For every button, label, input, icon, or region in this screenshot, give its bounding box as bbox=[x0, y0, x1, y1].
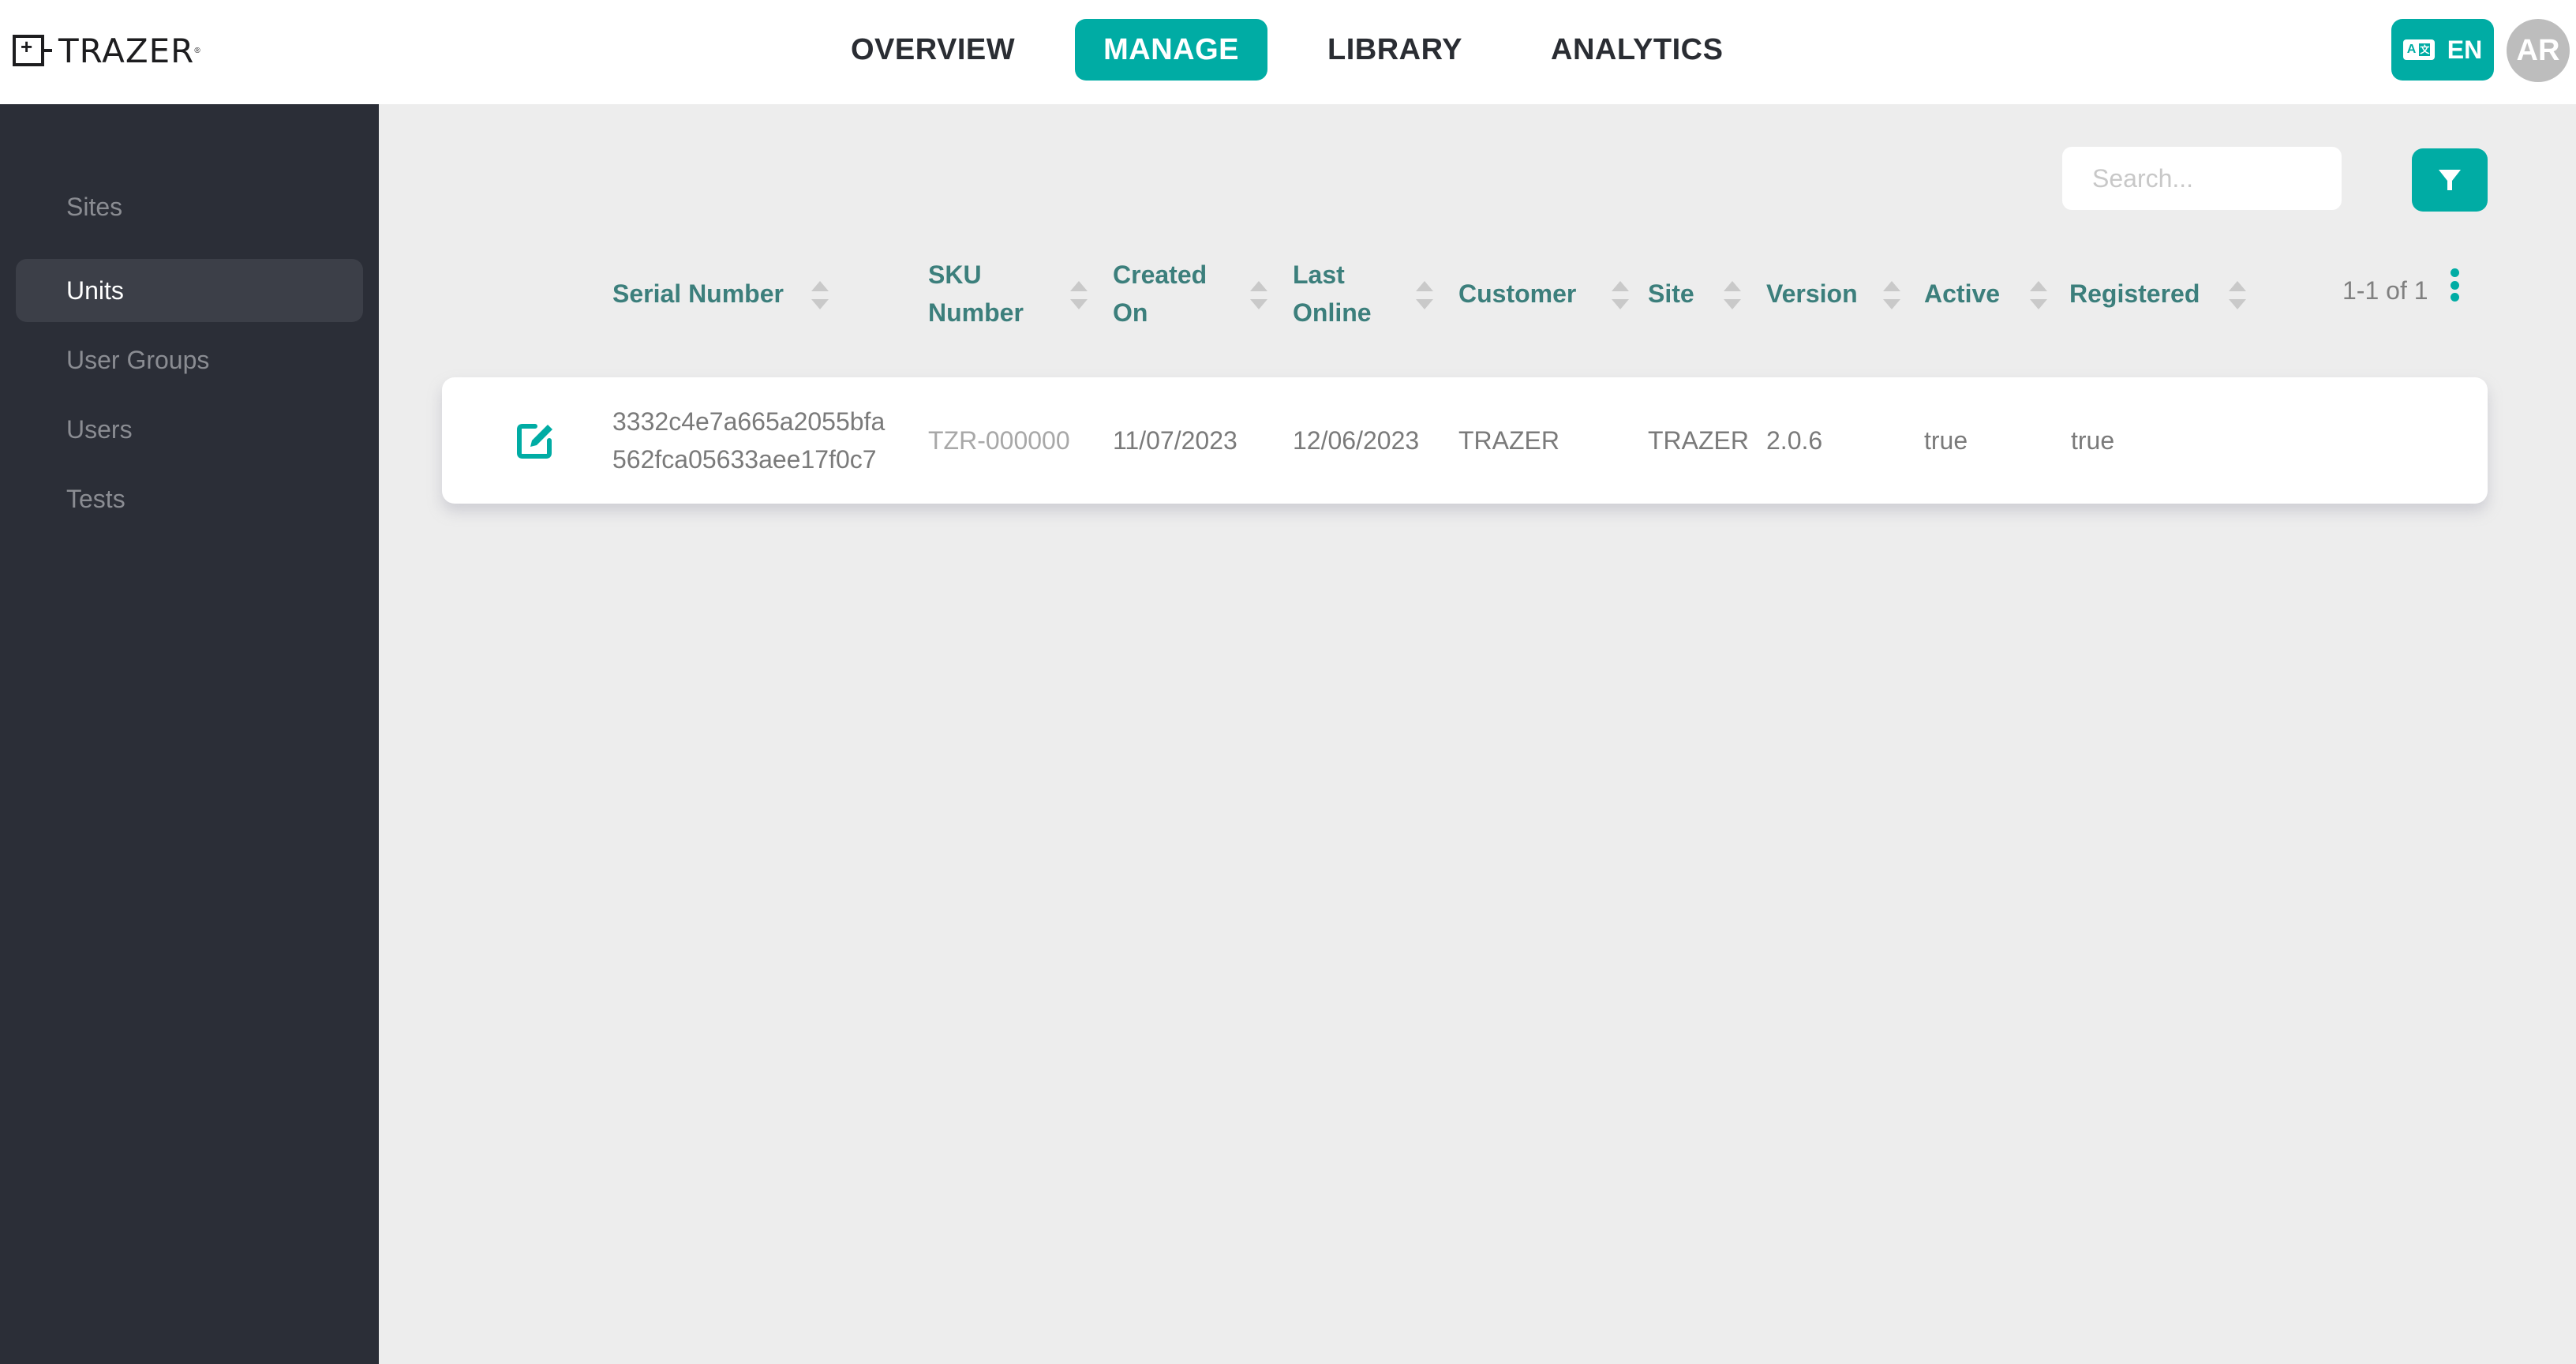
column-header-label: On bbox=[1113, 298, 1148, 327]
column-header-label: Site bbox=[1648, 279, 1694, 308]
nav-tab-library[interactable]: LIBRARY bbox=[1299, 19, 1491, 81]
filter-icon bbox=[2439, 170, 2461, 190]
column-header-serial-number[interactable]: Serial Number bbox=[612, 275, 784, 313]
sidebar-item-units[interactable]: Units bbox=[16, 259, 363, 322]
column-header-label: Number bbox=[928, 298, 1024, 327]
sort-icon[interactable] bbox=[2229, 281, 2246, 309]
column-header-label: Customer bbox=[1458, 279, 1577, 308]
logo-mark-icon bbox=[13, 35, 52, 66]
cell-site: TRAZER bbox=[1648, 426, 1749, 455]
column-header-label: Version bbox=[1766, 279, 1858, 308]
column-header-label: Created bbox=[1113, 260, 1208, 289]
sort-icon[interactable] bbox=[1070, 281, 1088, 309]
column-header-created-on[interactable]: Created On bbox=[1113, 256, 1207, 332]
column-header-version[interactable]: Version bbox=[1766, 275, 1858, 313]
sidebar: Sites Units User Groups Users Tests bbox=[0, 104, 379, 1364]
cell-version: 2.0.6 bbox=[1766, 426, 1823, 455]
sidebar-item-sites[interactable]: Sites bbox=[16, 175, 363, 238]
serial-line-2: 562fca05633aee17f0c7 bbox=[612, 445, 877, 474]
pagination-label: 1-1 of 1 bbox=[2342, 276, 2428, 305]
translate-icon: A文 bbox=[2402, 39, 2435, 60]
column-header-label: Active bbox=[1924, 279, 2001, 308]
cell-serial-number: 3332c4e7a665a2055bfa 562fca05633aee17f0c… bbox=[612, 403, 885, 478]
column-header-label: Registered bbox=[2069, 279, 2200, 308]
sidebar-item-users[interactable]: Users bbox=[16, 398, 363, 461]
column-header-last-online[interactable]: Last Online bbox=[1293, 256, 1372, 332]
main-nav: OVERVIEW MANAGE LIBRARY ANALYTICS bbox=[822, 19, 1783, 81]
column-header-site[interactable]: Site bbox=[1648, 275, 1694, 313]
sort-icon[interactable] bbox=[1883, 281, 1900, 309]
trazer-logo[interactable]: TRAZER ® bbox=[13, 31, 200, 70]
registered-mark: ® bbox=[194, 46, 200, 55]
search-input[interactable] bbox=[2062, 147, 2342, 210]
sort-icon[interactable] bbox=[1416, 281, 1433, 309]
sort-icon[interactable] bbox=[1612, 281, 1629, 309]
nav-tab-analytics[interactable]: ANALYTICS bbox=[1522, 19, 1751, 81]
edit-icon[interactable] bbox=[515, 418, 557, 461]
column-header-label: SKU bbox=[928, 260, 982, 289]
sort-icon[interactable] bbox=[1724, 281, 1741, 309]
top-bar: TRAZER ® OVERVIEW MANAGE LIBRARY ANALYTI… bbox=[0, 0, 2576, 104]
column-header-active[interactable]: Active bbox=[1924, 275, 2000, 313]
cell-customer: TRAZER bbox=[1458, 426, 1559, 455]
search-box bbox=[2062, 147, 2342, 210]
user-avatar[interactable]: AR bbox=[2507, 19, 2570, 82]
cell-registered: true bbox=[2071, 426, 2115, 455]
column-header-sku-number[interactable]: SKU Number bbox=[928, 256, 1024, 332]
sidebar-item-tests[interactable]: Tests bbox=[16, 467, 363, 530]
sidebar-item-user-groups[interactable]: User Groups bbox=[16, 328, 363, 392]
nav-tab-overview[interactable]: OVERVIEW bbox=[822, 19, 1043, 81]
language-label: EN bbox=[2447, 35, 2483, 64]
serial-line-1: 3332c4e7a665a2055bfa bbox=[612, 407, 886, 436]
logo-text: TRAZER bbox=[58, 31, 195, 70]
column-header-label: Online bbox=[1293, 298, 1372, 327]
cell-active: true bbox=[1924, 426, 1968, 455]
sort-icon[interactable] bbox=[811, 281, 829, 309]
sort-icon[interactable] bbox=[2030, 281, 2047, 309]
sort-icon[interactable] bbox=[1250, 281, 1267, 309]
column-header-customer[interactable]: Customer bbox=[1458, 275, 1576, 313]
cell-last-online: 12/06/2023 bbox=[1293, 426, 1420, 455]
more-options-icon[interactable] bbox=[2451, 268, 2462, 302]
nav-tab-manage[interactable]: MANAGE bbox=[1075, 19, 1268, 81]
column-header-label: Last bbox=[1293, 260, 1345, 289]
filter-button[interactable] bbox=[2412, 148, 2488, 212]
cell-sku-number: TZR-000000 bbox=[928, 426, 1070, 455]
column-header-registered[interactable]: Registered bbox=[2069, 275, 2200, 313]
cell-created-on: 11/07/2023 bbox=[1113, 426, 1237, 455]
column-header-label: Serial Number bbox=[612, 279, 784, 308]
language-button[interactable]: A文 EN bbox=[2391, 19, 2494, 81]
